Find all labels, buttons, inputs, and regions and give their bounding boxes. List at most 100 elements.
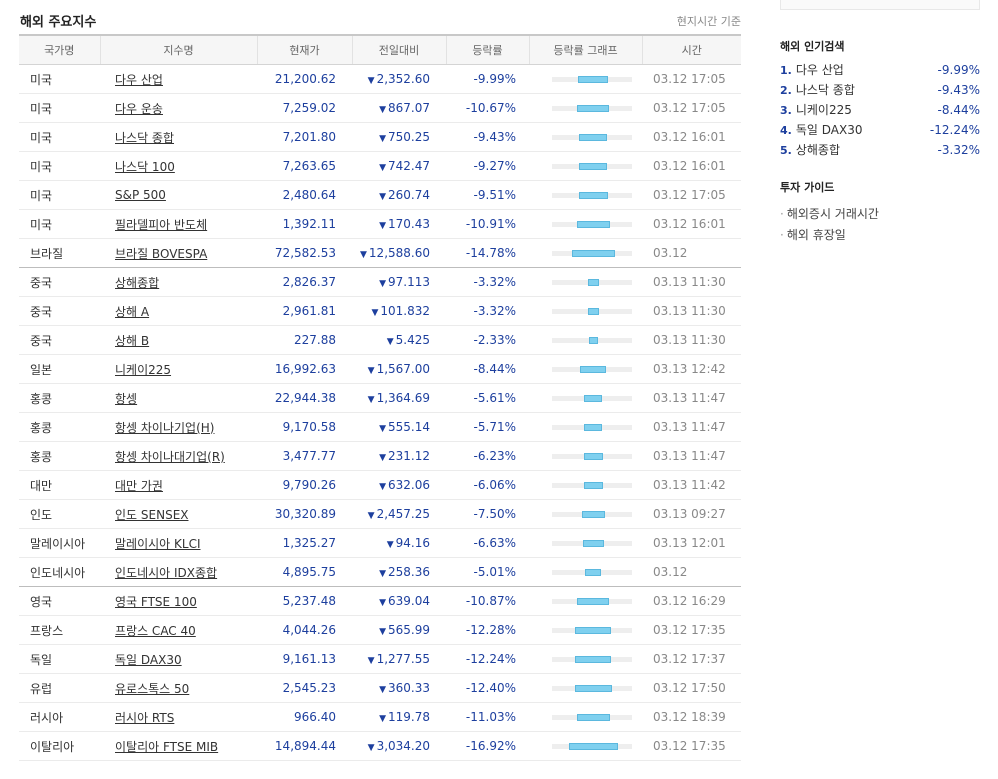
table-row: 일본 니케이225 16,992.63 ▼ 1,567.00 -8.44% 03.13 12… [19, 354, 741, 384]
change-cell: ▼ 97.113 [352, 267, 446, 297]
rate-cell: -10.67% [446, 93, 529, 123]
change-value: 5.425 [395, 333, 430, 347]
index-name-link[interactable]: S&P 500 [115, 188, 166, 202]
change-value: 260.74 [388, 188, 430, 202]
country-cell: 중국 [19, 296, 100, 326]
popular-search-item[interactable]: 5. 상해종합 -3.32% [780, 140, 980, 160]
down-triangle-icon: ▼ [367, 76, 375, 86]
index-name-link[interactable]: 항셍 [115, 392, 137, 406]
index-name-link[interactable]: 대만 가권 [115, 479, 163, 493]
change-value: 639.04 [388, 594, 430, 608]
popular-search-item[interactable]: 3. 니케이225 -8.44% [780, 100, 980, 120]
change-cell: ▼ 260.74 [352, 180, 446, 210]
index-name-link[interactable]: 니케이225 [115, 363, 171, 377]
table-row: 브라질 브라질 BOVESPA 72,582.53 ▼ 12,588.60 -14.78%… [19, 238, 741, 268]
country-cell: 중국 [19, 325, 100, 355]
price-cell: 4,895.75 [257, 557, 352, 587]
price-cell: 72,582.53 [257, 238, 352, 268]
popular-item-rate: -9.43% [937, 83, 980, 97]
country-cell: 대만 [19, 470, 100, 500]
invest-guide-title: 투자 가이드 [780, 181, 835, 194]
time-basis-note: 현지시간 기준 [676, 15, 741, 28]
popular-search-item[interactable]: 1. 다우 산업 -9.99% [780, 60, 980, 80]
index-name-cell: 니케이225 [100, 354, 257, 384]
guide-link[interactable]: · 해외 휴장일 [780, 225, 980, 246]
table-row: 독일 독일 DAX30 9,161.13 ▼ 1,277.55 -12.24% 03.12 … [19, 644, 741, 674]
index-name-cell: 이탈리아 FTSE MIB [100, 731, 257, 761]
table-row: 홍콩 항셍 차이나기업(H) 9,170.58 ▼ 555.14 -5.71% 03.13 … [19, 412, 741, 442]
change-value: 565.99 [388, 623, 430, 637]
change-cell: ▼ 1,277.55 [352, 644, 446, 674]
change-value: 12,588.60 [368, 246, 430, 260]
down-triangle-icon: ▼ [379, 134, 386, 144]
guide-link[interactable]: · 해외증시 거래시간 [780, 204, 980, 225]
index-name-link[interactable]: 다우 산업 [115, 73, 163, 87]
index-name-link[interactable]: 상해 A [115, 305, 149, 319]
index-name-link[interactable]: 독일 DAX30 [115, 653, 182, 667]
index-name-link[interactable]: 나스닥 100 [115, 160, 175, 174]
index-name-link[interactable]: 인도네시아 IDX종합 [115, 566, 217, 580]
popular-item-name[interactable]: 니케이225 [796, 103, 852, 117]
index-name-link[interactable]: 상해종합 [115, 276, 159, 290]
rate-bar [575, 656, 611, 663]
country-cell: 미국 [19, 180, 100, 210]
popular-item-name[interactable]: 상해종합 [796, 143, 840, 157]
down-triangle-icon: ▼ [367, 743, 375, 753]
index-name-link[interactable]: 항셍 차이나대기업(R) [115, 450, 225, 464]
index-name-link[interactable]: 상해 B [115, 334, 149, 348]
index-name-link[interactable]: 인도 SENSEX [115, 508, 189, 522]
down-triangle-icon: ▼ [379, 569, 386, 579]
rate-cell: -9.99% [446, 64, 529, 94]
change-value: 101.832 [380, 304, 430, 318]
rate-graph-cell [529, 238, 642, 268]
index-name-link[interactable]: 브라질 BOVESPA [115, 247, 207, 261]
country-cell: 인도네시아 [19, 557, 100, 587]
price-cell: 1,392.11 [257, 209, 352, 239]
index-name-link[interactable]: 영국 FTSE 100 [115, 595, 197, 609]
index-name-link[interactable]: 프랑스 CAC 40 [115, 624, 196, 638]
rate-cell: -6.06% [446, 470, 529, 500]
popular-item-name[interactable]: 독일 DAX30 [796, 123, 863, 137]
index-name-cell: 대만 가권 [100, 470, 257, 500]
index-name-cell: 인도 SENSEX [100, 499, 257, 529]
price-cell: 2,826.37 [257, 267, 352, 297]
index-name-link[interactable]: 이탈리아 FTSE MIB [115, 740, 218, 754]
index-name-link[interactable]: 러시아 RTS [115, 711, 174, 725]
time-cell: 03.13 11:47 [642, 383, 741, 413]
rate-cell: -3.32% [446, 267, 529, 297]
rate-graph-cell [529, 470, 642, 500]
time-cell: 03.12 17:05 [642, 93, 741, 123]
rate-graph-cell [529, 731, 642, 761]
index-name-link[interactable]: 유로스톡스 50 [115, 682, 189, 696]
rate-bar [588, 337, 598, 344]
down-triangle-icon: ▼ [379, 598, 386, 608]
popular-search-item[interactable]: 4. 독일 DAX30 -12.24% [780, 120, 980, 140]
sidebar: 해외 인기검색 1. 다우 산업 -9.99% 2. 나스닥 종합 -9.43% 3. 니케이… [780, 0, 980, 242]
popular-item-name[interactable]: 다우 산업 [796, 63, 844, 77]
country-cell: 미국 [19, 122, 100, 152]
rate-bar [568, 743, 618, 750]
col-index-name: 지수명 [99, 35, 257, 65]
time-cell: 03.12 17:05 [642, 64, 741, 94]
index-name-link[interactable]: 항셍 차이나기업(H) [115, 421, 214, 435]
time-cell: 03.12 16:01 [642, 122, 741, 152]
down-triangle-icon: ▼ [379, 482, 386, 492]
col-rate: 등락률 [445, 35, 529, 65]
popular-item-name[interactable]: 나스닥 종합 [796, 83, 855, 97]
popular-search-item[interactable]: 2. 나스닥 종합 -9.43% [780, 80, 980, 100]
change-cell: ▼ 742.47 [352, 151, 446, 181]
table-row: 말레이시아 말레이시아 KLCI 1,325.27 ▼ 94.16 -6.63% 03.13… [19, 528, 741, 558]
country-cell: 홍콩 [19, 441, 100, 471]
index-name-cell: 나스닥 종합 [100, 122, 257, 152]
price-cell: 1,325.27 [257, 528, 352, 558]
change-value: 867.07 [388, 101, 430, 115]
rate-graph-cell [529, 702, 642, 732]
rate-bar [587, 279, 599, 286]
change-cell: ▼ 867.07 [352, 93, 446, 123]
index-name-link[interactable]: 필라델피아 반도체 [115, 218, 207, 232]
index-name-link[interactable]: 말레이시아 KLCI [115, 537, 201, 551]
index-name-link[interactable]: 나스닥 종합 [115, 131, 174, 145]
index-name-link[interactable]: 다우 운송 [115, 102, 163, 116]
country-cell: 유럽 [19, 673, 100, 703]
index-name-cell: 인도네시아 IDX종합 [100, 557, 257, 587]
